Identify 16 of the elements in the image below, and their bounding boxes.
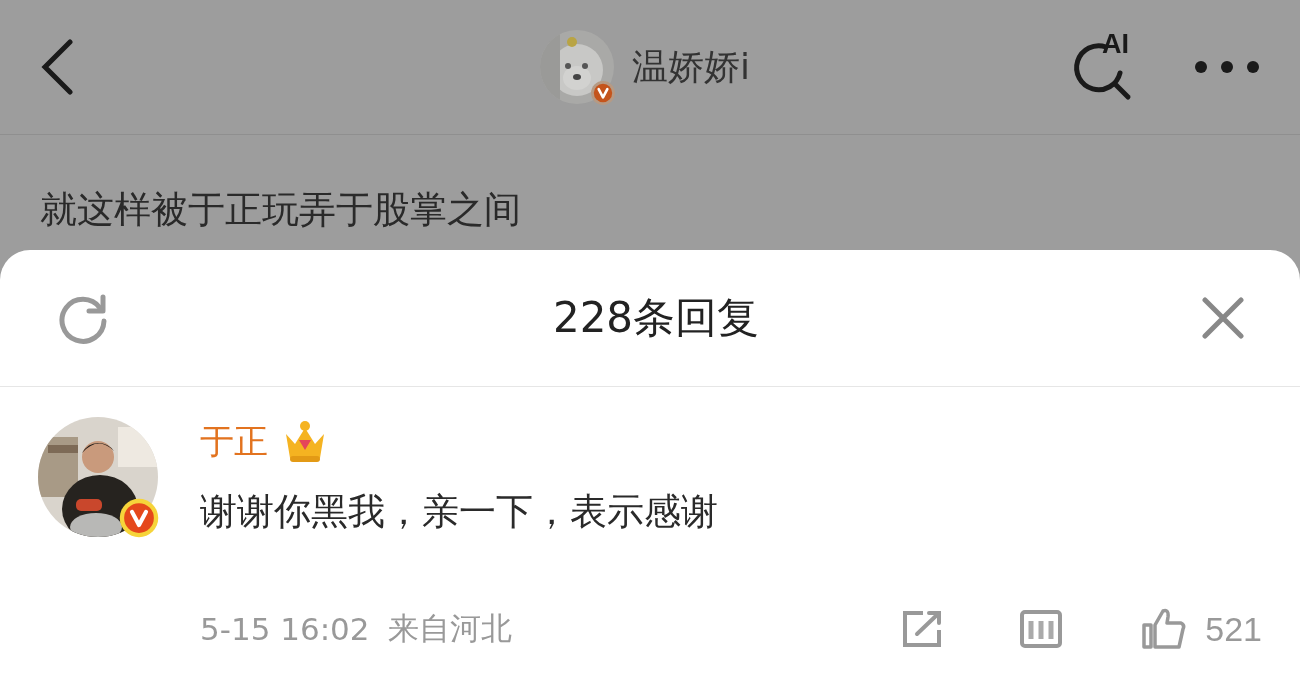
comment-icon[interactable] — [1019, 609, 1064, 649]
comment-text: 谢谢你黑我，亲一下，表示感谢 — [200, 489, 719, 535]
back-icon[interactable] — [40, 39, 74, 95]
like-icon[interactable] — [1141, 607, 1188, 651]
replies-title: 228条回复 — [552, 292, 760, 344]
like-count: 521 — [1205, 609, 1262, 649]
commenter-name[interactable]: 于正 — [200, 419, 268, 465]
verified-badge-icon — [590, 80, 616, 106]
verified-badge-icon — [118, 497, 160, 539]
close-icon[interactable] — [1202, 297, 1244, 339]
post-text: 就这样被于正玩弄于股掌之间 — [40, 187, 521, 233]
comment-time: 5-15 16:02 — [200, 611, 370, 647]
share-icon[interactable] — [901, 610, 944, 648]
more-icon[interactable] — [1194, 60, 1260, 74]
author-name[interactable]: 温娇娇i — [632, 42, 750, 92]
comment-location: 来自河北 — [387, 609, 512, 648]
